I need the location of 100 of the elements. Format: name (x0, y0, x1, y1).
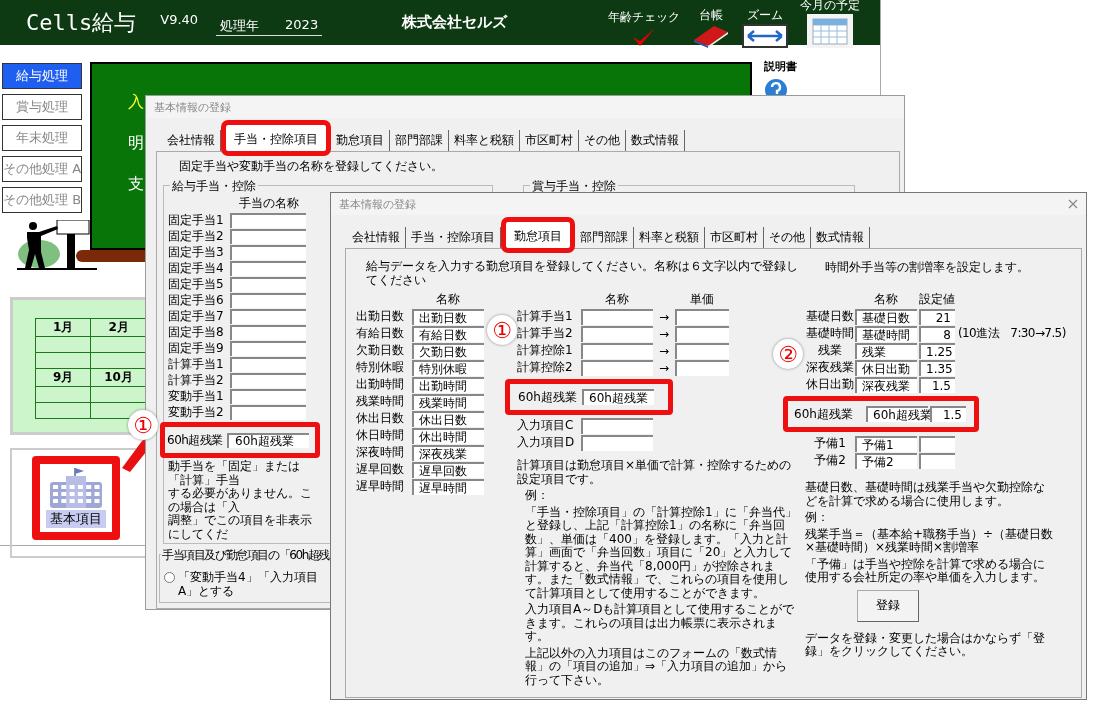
input-field[interactable]: 遅早時間 (412, 478, 484, 495)
launch-button[interactable]: 基本項目 (32, 456, 120, 540)
input-field[interactable]: 有給日数 (412, 325, 484, 342)
input-field[interactable]: 残業時間 (412, 393, 484, 410)
input-field[interactable] (230, 388, 306, 404)
field-label: 計算手当1 (517, 308, 574, 325)
input-field[interactable] (581, 359, 653, 376)
field-label: 休日出勤 (805, 376, 855, 393)
close-icon[interactable] (1068, 199, 1078, 209)
calendar-cell: 9月 (35, 368, 91, 387)
input-field[interactable] (675, 308, 729, 325)
input-field[interactable] (919, 435, 955, 452)
input-field[interactable] (230, 356, 306, 372)
input-field[interactable]: 基礎日数 (855, 308, 917, 325)
input-field[interactable] (581, 417, 653, 434)
field-label: 固定手当4 (168, 259, 225, 277)
input-field[interactable]: 基礎時間 (855, 325, 917, 342)
field-label: 遅早回数 (356, 461, 405, 478)
toolbar-button[interactable]: ズーム (742, 7, 788, 48)
input-field[interactable]: 休日出勤 (855, 359, 917, 376)
field-label: 計算手当2 (168, 371, 225, 389)
help-text: 基礎日数、基礎時間は残業手当や欠勤控除などを計算で求める場合に使用します。 (805, 481, 1046, 508)
input-field[interactable] (675, 325, 729, 342)
checkmark-icon (631, 26, 657, 48)
input-field[interactable]: 深夜残業 (412, 444, 484, 461)
input-field[interactable] (230, 404, 306, 420)
menu-button[interactable]: その他処理 A (2, 156, 82, 182)
help-label: 説明書 (764, 59, 797, 74)
input-field[interactable] (230, 260, 306, 276)
toolbar-button[interactable]: 台帳 (692, 7, 730, 48)
calendar-cell (35, 386, 91, 403)
help-text: 例： (805, 511, 830, 525)
input-field[interactable] (230, 244, 306, 260)
banner-text: 明 (128, 133, 144, 154)
field-label: 基礎時間 (805, 325, 855, 342)
menu-button[interactable]: 給与処理 (2, 63, 82, 89)
input-field[interactable] (230, 308, 306, 324)
input-field[interactable]: 出勤日数 (412, 308, 484, 325)
input-field[interactable] (230, 276, 306, 292)
field-label: 変動手当2 (168, 403, 225, 421)
field-label: 休出日数 (356, 410, 405, 427)
field-label: 計算手当2 (517, 325, 574, 342)
tab[interactable]: 部門部課 (575, 227, 634, 248)
input-field[interactable] (581, 342, 653, 359)
toolbar-button[interactable]: 年齢チェック (608, 9, 680, 48)
input-field[interactable]: 休出日数 (412, 410, 484, 427)
input-field[interactable]: 深夜残業 (855, 376, 917, 393)
input-field[interactable]: 60h超残業 (227, 432, 309, 448)
help-text: 「手当・控除項目」の「計算控除1」に「弁当代」と登録し、上記「計算控除1」の名称に「弁当回数」、単価は「400」を登録します。「入力と計算」画面で「弁当回数」項目に「20」と入力して計算すると、弁当代「8,000円」が控除されます。また「数式情報」で、これらの項目を使用して計算項目として使用することができます。 (524, 505, 798, 600)
field-label: 休日時間 (356, 427, 405, 444)
register-button[interactable]: 登録 (857, 589, 919, 622)
input-field[interactable]: 60h超残業 (866, 406, 928, 422)
field-label: 入力項目C (517, 417, 575, 434)
input-field[interactable]: 1.5 (930, 406, 966, 422)
help-text: データを登録・変更した場合はかならず「登録」をクリックしてください。 (805, 631, 1045, 658)
input-field[interactable]: 1.25 (919, 342, 955, 359)
field-label: 深夜時間 (356, 444, 405, 461)
field-label: 遅早時間 (356, 478, 405, 495)
menu-button[interactable]: 年末処理 (2, 125, 82, 151)
group-label: 給与手当・控除 (170, 178, 258, 195)
input-field[interactable]: 21 (919, 308, 955, 325)
input-field[interactable] (675, 359, 729, 376)
field-label: 固定手当2 (168, 227, 225, 245)
input-field[interactable] (581, 308, 653, 325)
input-field[interactable]: 残業 (855, 342, 917, 359)
input-field[interactable]: 欠勤日数 (412, 342, 484, 359)
input-field[interactable]: 予備1 (855, 435, 917, 452)
input-field[interactable]: 遅早回数 (412, 461, 484, 478)
input-field[interactable] (581, 434, 653, 451)
input-field[interactable]: 1.5 (919, 376, 955, 393)
field-label: 深夜残業 (805, 359, 855, 376)
menu-button[interactable]: 賞与処理 (2, 94, 82, 120)
radio-button[interactable] (164, 572, 175, 583)
help-text: 残業手当＝（基本給+職務手当）÷（基礎日数×基礎時間）×残業時間×割増率 (805, 527, 1055, 555)
input-field[interactable] (230, 212, 306, 228)
input-field[interactable] (581, 325, 653, 342)
input-field[interactable]: 休出時間 (412, 427, 484, 444)
dialog-title: 基本情報の登録 (154, 99, 231, 115)
input-field[interactable]: 特別休暇 (412, 359, 484, 376)
menu-button[interactable]: その他処理 B (2, 187, 82, 213)
note-text: 動手当を「固定」または「計算」手当 (167, 460, 301, 487)
input-field[interactable]: 予備2 (855, 452, 917, 469)
column-header: 名称 (873, 291, 899, 308)
input-field[interactable]: 8 (919, 325, 955, 342)
input-field[interactable] (230, 372, 306, 388)
tab[interactable]: 勤怠項目 (331, 130, 390, 151)
input-field[interactable]: 出勤時間 (412, 376, 484, 393)
input-field[interactable] (230, 324, 306, 340)
field-label: 固定手当8 (168, 323, 225, 341)
input-field[interactable]: 60h超残業 (582, 389, 654, 405)
column-header: 設定値 (919, 291, 955, 308)
input-field[interactable] (919, 452, 955, 469)
group-label: 手当項目及び勤怠項目の「60h超残 (161, 547, 331, 564)
input-field[interactable] (230, 292, 306, 308)
input-field[interactable] (230, 228, 306, 244)
input-field[interactable]: 1.35 (919, 359, 955, 376)
calendar-icon (807, 14, 853, 48)
column-header: 名称 (604, 291, 630, 308)
input-field[interactable] (230, 340, 306, 356)
input-field[interactable] (675, 342, 729, 359)
